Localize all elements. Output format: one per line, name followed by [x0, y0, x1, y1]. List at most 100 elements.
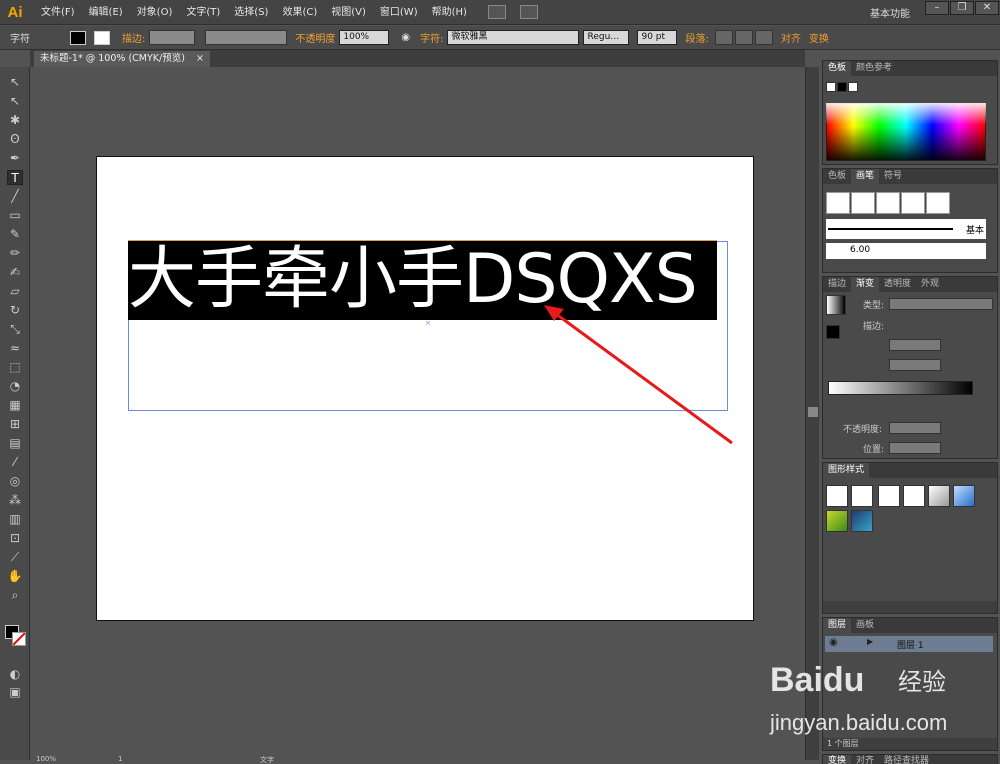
tab-brushes[interactable]: 画笔: [851, 169, 880, 184]
menu-help[interactable]: 帮助(H): [425, 0, 474, 25]
vertical-scrollbar[interactable]: [805, 67, 819, 760]
tab-gradient[interactable]: 渐变: [851, 277, 880, 292]
black-swatch[interactable]: [837, 82, 847, 92]
tab-pathfinder[interactable]: 路径查找器: [879, 755, 934, 764]
gradient-position-field[interactable]: [889, 442, 941, 454]
menu-select[interactable]: 选择(S): [227, 0, 275, 25]
align-right-button[interactable]: [754, 30, 773, 45]
hand-tool-icon[interactable]: ✋: [7, 569, 23, 584]
white-swatch[interactable]: [848, 82, 858, 92]
layer-row[interactable]: ◉ ▶ 图层 1: [825, 636, 993, 652]
style-default[interactable]: [826, 485, 848, 507]
paintbrush-tool-icon[interactable]: ✎: [7, 227, 23, 242]
paragraph-label[interactable]: 段落:: [685, 30, 708, 45]
gradient-type-select[interactable]: [889, 298, 993, 310]
blend-tool-icon[interactable]: ◎: [7, 474, 23, 489]
shape-builder-tool-icon[interactable]: ◔: [7, 379, 23, 394]
magic-wand-tool-icon[interactable]: ✱: [7, 113, 23, 128]
gradient-preview-swatch[interactable]: [826, 295, 846, 315]
tab-graphic-styles[interactable]: 图形样式: [823, 463, 870, 478]
gradient-fill-swatch[interactable]: [826, 325, 840, 339]
artboard-number[interactable]: 1: [118, 755, 122, 763]
tab-transparency[interactable]: 透明度: [879, 277, 916, 292]
arrange-documents-button[interactable]: [519, 5, 538, 19]
tab-symbols[interactable]: 符号: [879, 169, 907, 184]
zoom-level[interactable]: 100%: [36, 755, 56, 763]
tab-stroke[interactable]: 描边: [823, 277, 851, 292]
tab-swatches-2[interactable]: 色板: [823, 169, 851, 184]
gradient-tool-icon[interactable]: ▤: [7, 436, 23, 451]
scale-tool-icon[interactable]: ⤡: [7, 322, 23, 337]
tab-color-guide[interactable]: 颜色参考: [851, 61, 897, 76]
style-white[interactable]: [878, 485, 900, 507]
direct-selection-tool-icon[interactable]: ↖: [7, 94, 23, 109]
canvas-area[interactable]: 大手牵小手DSQXS ×: [30, 67, 805, 760]
align-left-button[interactable]: [714, 30, 733, 45]
calligraphic-brush-row[interactable]: 6.00: [826, 243, 986, 259]
eraser-tool-icon[interactable]: ▱: [7, 284, 23, 299]
brush-small-dot[interactable]: [826, 192, 850, 214]
brush-large-dot[interactable]: [851, 192, 875, 214]
tab-transform[interactable]: 变换: [823, 755, 852, 764]
gradient-aspect-field[interactable]: [889, 359, 941, 371]
perspective-grid-tool-icon[interactable]: ▦: [7, 398, 23, 413]
column-graph-tool-icon[interactable]: ▥: [7, 512, 23, 527]
brush-thin[interactable]: [926, 192, 950, 214]
menu-type[interactable]: 文字(T): [179, 0, 227, 25]
vertical-scroll-thumb[interactable]: [808, 407, 818, 417]
gradient-opacity-field[interactable]: [889, 422, 941, 434]
fill-swatch[interactable]: [70, 30, 86, 45]
bridge-button[interactable]: [487, 5, 506, 19]
tab-swatches[interactable]: 色板: [823, 61, 852, 76]
menu-view[interactable]: 视图(V): [324, 0, 373, 25]
type-tool-icon[interactable]: T: [7, 170, 23, 185]
recolor-icon[interactable]: ◉: [401, 32, 410, 43]
align-panel-link[interactable]: 对齐: [781, 30, 801, 45]
variable-width-field[interactable]: [205, 30, 288, 45]
align-center-button[interactable]: [734, 30, 753, 45]
brush-oval[interactable]: [901, 192, 925, 214]
style-outline[interactable]: [903, 485, 925, 507]
tab-artboards[interactable]: 画板: [851, 618, 879, 633]
stroke-color-swatch[interactable]: [12, 632, 26, 646]
none-swatch[interactable]: [826, 82, 836, 92]
tab-appearance[interactable]: 外观: [916, 277, 944, 292]
maximize-button[interactable]: ❐: [950, 1, 974, 15]
line-tool-icon[interactable]: ╱: [7, 189, 23, 204]
opacity-label[interactable]: 不透明度: [295, 30, 335, 45]
visibility-eye-icon[interactable]: ◉: [829, 637, 838, 648]
expand-triangle-icon[interactable]: ▶: [867, 637, 873, 646]
font-label[interactable]: 字符:: [420, 30, 443, 45]
layer-name[interactable]: 图层 1: [897, 638, 924, 651]
symbol-sprayer-tool-icon[interactable]: ⁂: [7, 493, 23, 508]
menu-file[interactable]: 文件(F): [34, 0, 82, 25]
gradient-angle-field[interactable]: [889, 339, 941, 351]
menu-edit[interactable]: 编辑(E): [82, 0, 130, 25]
warp-tool-icon[interactable]: ≈: [7, 341, 23, 356]
gradient-slider[interactable]: [828, 381, 973, 395]
style-blue-texture[interactable]: [851, 510, 873, 532]
style-none[interactable]: [851, 485, 873, 507]
close-tab-icon[interactable]: ×: [196, 53, 204, 64]
zoom-tool-icon[interactable]: ⌕: [7, 588, 23, 603]
menu-window[interactable]: 窗口(W): [373, 0, 425, 25]
mesh-tool-icon[interactable]: ⊞: [7, 417, 23, 432]
style-blue-gradient[interactable]: [953, 485, 975, 507]
draw-mode-icon[interactable]: ◐: [7, 667, 23, 682]
artboard[interactable]: 大手牵小手DSQXS ×: [96, 156, 754, 621]
selection-tool-icon[interactable]: ↖: [7, 75, 23, 90]
close-window-button[interactable]: ✕: [975, 1, 999, 15]
lasso-tool-icon[interactable]: ʘ: [7, 132, 23, 147]
stroke-swatch[interactable]: [94, 30, 110, 45]
style-gray-gradient[interactable]: [928, 485, 950, 507]
rotate-tool-icon[interactable]: ↻: [7, 303, 23, 318]
opacity-input[interactable]: 100%: [339, 30, 390, 45]
eyedropper-tool-icon[interactable]: ⁄: [7, 455, 23, 470]
font-family-select[interactable]: 微软雅黑: [447, 30, 580, 45]
minimize-button[interactable]: –: [925, 1, 949, 15]
workspace-switcher[interactable]: 基本功能: [870, 5, 910, 20]
menu-effect[interactable]: 效果(C): [275, 0, 324, 25]
font-size-input[interactable]: 90 pt: [637, 30, 678, 45]
font-style-select[interactable]: Regu…: [583, 30, 630, 45]
brush-tiny-dot[interactable]: [876, 192, 900, 214]
